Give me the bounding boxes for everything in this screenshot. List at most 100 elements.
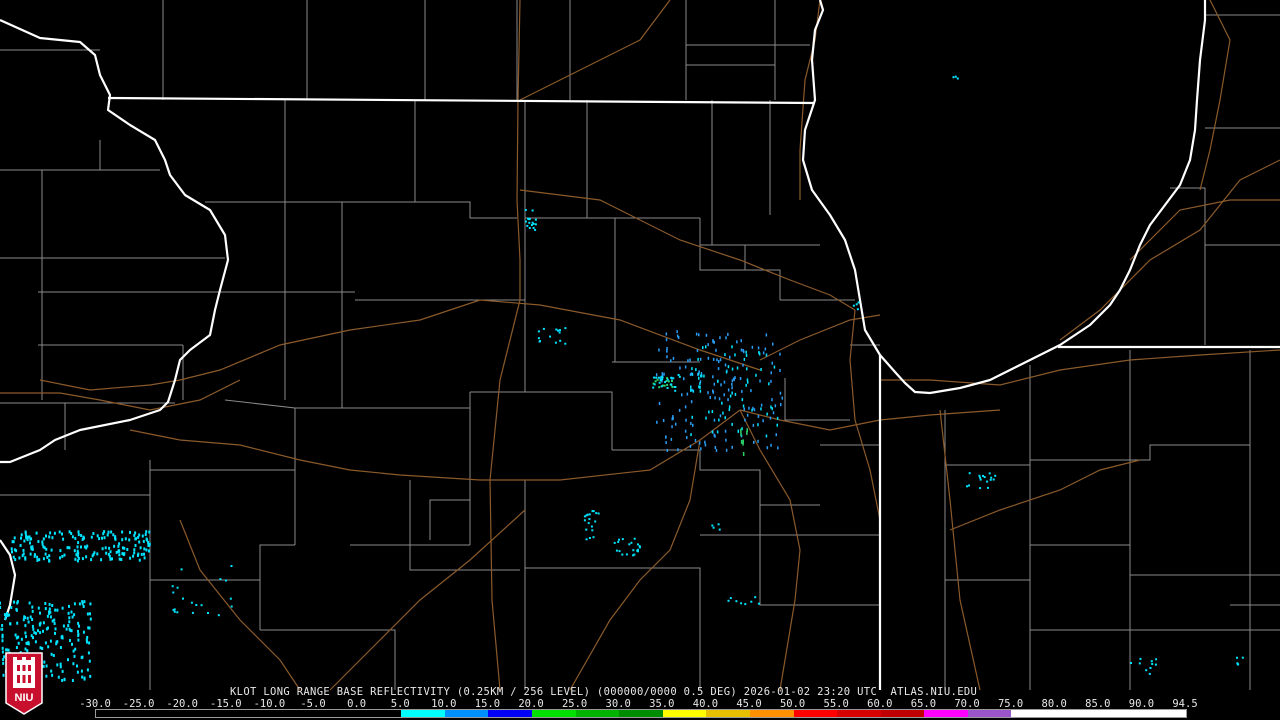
echo-pixel	[674, 386, 677, 388]
echo-pixel	[762, 419, 764, 423]
echo-pixel	[655, 376, 658, 379]
echo-pixel	[694, 438, 697, 442]
echo-pixel	[656, 420, 658, 424]
echo-pixel	[744, 603, 747, 606]
echo-pixel	[123, 552, 126, 556]
echo-pixel	[19, 544, 22, 547]
echo-pixel	[207, 612, 209, 614]
echo-pixel	[48, 610, 50, 614]
echo-pixel	[692, 423, 694, 427]
echo-pixel	[658, 381, 661, 384]
echo-pixel	[53, 622, 56, 625]
echo-pixel	[719, 336, 721, 340]
echo-pixel	[740, 602, 743, 605]
echo-pixel	[857, 301, 860, 304]
echo-pixel	[676, 330, 678, 334]
echo-pixel	[707, 356, 710, 360]
echo-pixel	[74, 536, 77, 540]
echo-pixel	[716, 430, 719, 434]
echo-pixel	[734, 353, 736, 357]
echo-pixel	[618, 550, 621, 553]
echo-pixel	[62, 624, 65, 628]
echo-pixel	[72, 662, 75, 666]
echo-pixel	[698, 333, 700, 337]
colorbar-swatch	[793, 710, 838, 717]
echo-pixel	[1150, 660, 1153, 663]
echo-pixel	[37, 629, 39, 633]
echo-pixel	[717, 379, 719, 383]
echo-pixel	[18, 556, 21, 560]
echo-pixel	[90, 535, 93, 539]
echo-pixel	[30, 545, 33, 549]
echo-pixel	[671, 380, 673, 382]
echo-pixel	[121, 546, 124, 550]
echo-pixel	[13, 536, 16, 540]
echo-pixel	[81, 557, 84, 561]
echo-pixel	[772, 411, 775, 415]
echo-pixel	[528, 218, 531, 220]
echo-pixel	[731, 379, 734, 383]
echo-pixel	[59, 662, 62, 666]
echo-pixel	[666, 349, 668, 353]
echo-pixel	[754, 596, 757, 599]
echo-pixel	[73, 613, 76, 617]
echo-pixel	[968, 472, 971, 475]
echo-pixel	[705, 345, 707, 349]
echo-pixel	[71, 642, 73, 646]
echo-pixel	[564, 327, 567, 330]
echo-pixel	[1241, 656, 1244, 659]
echo-pixel	[691, 388, 693, 392]
echo-pixel	[528, 227, 531, 229]
echo-pixel	[712, 375, 714, 379]
echo-pixel	[534, 223, 537, 226]
echo-pixel	[698, 376, 700, 380]
echo-pixel	[979, 487, 982, 490]
echo-pixel	[758, 352, 761, 356]
echo-pixel	[672, 377, 675, 380]
echo-pixel	[770, 443, 772, 447]
echo-pixel	[11, 550, 13, 554]
echo-pixel	[107, 530, 110, 534]
echo-pixel	[1130, 662, 1132, 664]
echo-pixel	[653, 383, 656, 386]
echo-pixel	[689, 358, 691, 362]
echo-pixel	[190, 601, 193, 604]
echo-pixel	[656, 378, 659, 381]
echo-pixel	[670, 383, 673, 386]
echo-pixel	[670, 376, 673, 379]
colorbar-swatch	[1142, 710, 1186, 717]
echo-pixel	[697, 357, 699, 361]
echo-pixel	[129, 556, 132, 560]
echo-pixel	[50, 548, 53, 552]
echo-pixel	[757, 414, 760, 418]
echo-pixel	[718, 360, 720, 364]
echo-pixel	[727, 599, 730, 602]
echo-pixel	[748, 406, 750, 410]
echo-pixel	[171, 585, 174, 588]
echo-pixel	[779, 352, 781, 356]
echo-pixel	[24, 557, 27, 561]
echo-pixel	[110, 530, 113, 534]
echo-pixel	[666, 448, 669, 452]
echo-pixel	[37, 606, 40, 610]
echo-pixel	[689, 444, 692, 448]
echo-pixel	[591, 510, 594, 513]
echo-pixel	[666, 355, 668, 359]
echo-pixel	[89, 612, 91, 616]
echo-pixel	[695, 368, 697, 372]
echo-pixel	[751, 345, 754, 349]
echo-pixel	[46, 555, 49, 559]
echo-pixel	[80, 545, 82, 549]
echo-pixel	[62, 537, 65, 541]
echo-pixel	[3, 613, 6, 617]
echo-pixel	[746, 413, 749, 417]
echo-pixel	[47, 645, 50, 649]
echo-pixel	[764, 347, 767, 351]
echo-pixel	[989, 478, 992, 481]
echo-pixel	[740, 428, 742, 433]
echo-pixel	[49, 615, 52, 619]
echo-pixel	[742, 452, 745, 456]
colorbar-swatch	[619, 710, 663, 717]
colorbar-swatch	[749, 710, 794, 717]
echo-pixel	[195, 604, 198, 606]
